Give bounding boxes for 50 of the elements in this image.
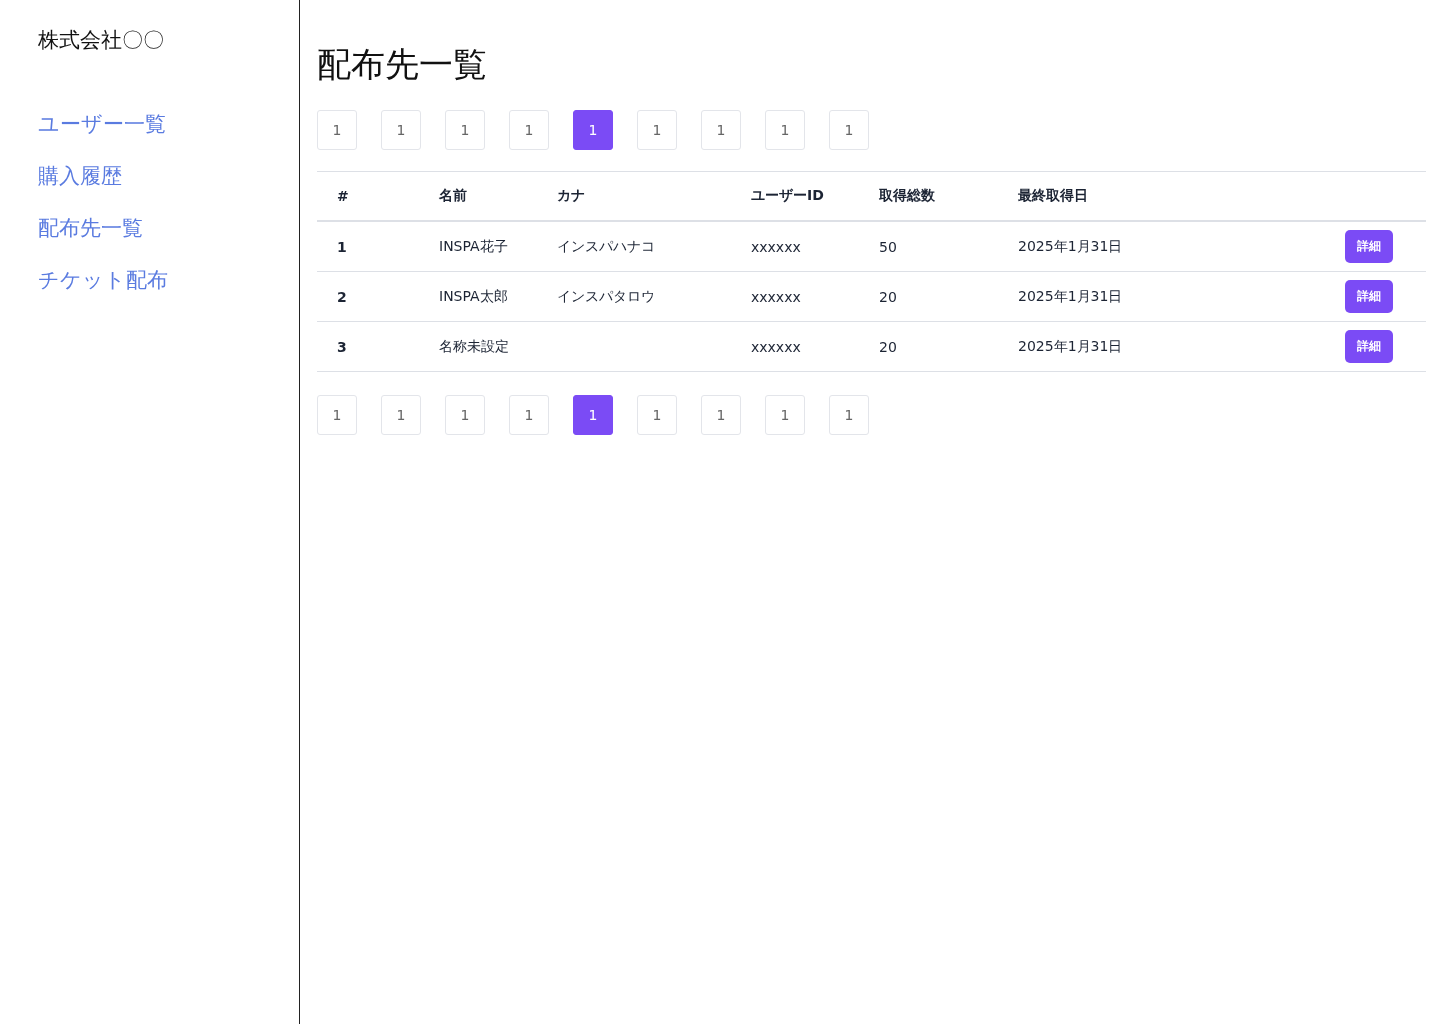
row-number: 1	[337, 238, 347, 255]
table-cell: xxxxxx	[751, 238, 801, 255]
table-cell: 2025年1月31日	[1018, 337, 1123, 354]
page-button[interactable]: 1	[637, 110, 677, 150]
page-button[interactable]: 1	[637, 395, 677, 435]
column-header: #	[337, 188, 349, 204]
page-button[interactable]: 1	[701, 110, 741, 150]
page-button[interactable]: 1	[829, 395, 869, 435]
row-number: 3	[337, 338, 347, 355]
company-name: 株式会社〇〇	[38, 27, 165, 54]
page-button[interactable]: 1	[317, 110, 357, 150]
page-button[interactable]: 1	[573, 395, 613, 435]
table-cell: 2025年1月31日	[1018, 287, 1123, 304]
nav-link[interactable]: 配布先一覧	[38, 214, 143, 242]
table-cell: 50	[879, 238, 897, 255]
table-cell: インスパハナコ	[557, 237, 655, 254]
page-button[interactable]: 1	[701, 395, 741, 435]
column-header: 取得総数	[879, 187, 935, 203]
page-button[interactable]: 1	[381, 110, 421, 150]
page-button[interactable]: 1	[829, 110, 869, 150]
table-cell: 名称未設定	[439, 337, 509, 354]
column-header: ユーザーID	[751, 187, 824, 203]
table-cell: INSPA花子	[439, 237, 508, 254]
detail-button[interactable]: 詳細	[1345, 280, 1393, 313]
page-button[interactable]: 1	[381, 395, 421, 435]
page-button[interactable]: 1	[573, 110, 613, 150]
table-cell: インスパタロウ	[557, 287, 655, 304]
table-cell: xxxxxx	[751, 288, 801, 305]
page-button[interactable]: 1	[765, 395, 805, 435]
page-button[interactable]: 1	[765, 110, 805, 150]
nav-link[interactable]: チケット配布	[38, 266, 168, 294]
column-header: カナ	[557, 187, 585, 203]
row-number: 2	[337, 288, 347, 305]
table-cell: 20	[879, 288, 897, 305]
column-header: 名前	[439, 187, 467, 203]
page-button[interactable]: 1	[317, 395, 357, 435]
page-button[interactable]: 1	[509, 395, 549, 435]
column-header: 最終取得日	[1018, 187, 1088, 203]
table-cell: xxxxxx	[751, 338, 801, 355]
nav-link[interactable]: 購入履歴	[38, 162, 122, 190]
table-cell: INSPA太郎	[439, 287, 508, 304]
table-cell: 2025年1月31日	[1018, 237, 1123, 254]
page-title: 配布先一覧	[317, 43, 488, 86]
page-button[interactable]: 1	[445, 110, 485, 150]
nav-link[interactable]: ユーザー一覧	[38, 110, 166, 138]
page-button[interactable]: 1	[509, 110, 549, 150]
table-cell: 20	[879, 338, 897, 355]
detail-button[interactable]: 詳細	[1345, 230, 1393, 263]
page-button[interactable]: 1	[445, 395, 485, 435]
detail-button[interactable]: 詳細	[1345, 330, 1393, 363]
